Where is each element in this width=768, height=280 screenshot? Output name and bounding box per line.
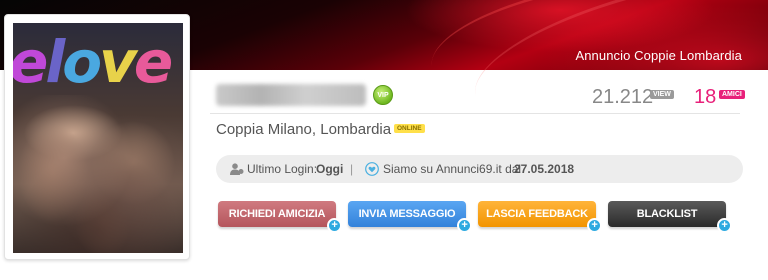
send-message-button[interactable]: INVIA MESSAGGIO + (348, 201, 472, 233)
profile-info-bar: Ultimo Login: Oggi | Siamo su Annunci69.… (216, 155, 743, 183)
last-login-value: Oggi (316, 162, 344, 176)
divider (210, 113, 740, 114)
user-icon (230, 163, 244, 175)
blacklist-button[interactable]: BLACKLIST + (608, 201, 732, 233)
blacklist-label: BLACKLIST (636, 208, 698, 220)
friends-count[interactable]: 18 (694, 86, 716, 109)
member-since-date: 27.05.2018 (514, 162, 575, 176)
plus-circle-icon: + (457, 218, 472, 233)
profile-location: Coppia Milano, Lombardia (216, 121, 392, 138)
plus-circle-icon: + (587, 218, 602, 233)
views-tag: VIEW (650, 90, 674, 99)
last-login-label: Ultimo Login: (247, 162, 318, 176)
separator: | (350, 162, 354, 176)
friends-tag[interactable]: AMICI (719, 90, 745, 99)
request-friendship-button[interactable]: RICHIEDI AMICIZIA + (218, 201, 342, 233)
banner-title: Annuncio Coppie Lombardia (575, 48, 742, 63)
profile-photo[interactable]: elove (13, 23, 183, 253)
plus-circle-icon: + (327, 218, 342, 233)
leave-feedback-button[interactable]: LASCIA FEEDBACK + (478, 201, 602, 233)
online-status-badge: ONLINE (394, 124, 425, 133)
blurred-photo-content (13, 95, 183, 253)
member-since-label: Siamo su Annunci69.it dal (383, 162, 522, 176)
leave-feedback-label: LASCIA FEEDBACK (486, 208, 588, 220)
photo-logo: elove (13, 28, 173, 96)
views-count: 21.212 (592, 86, 654, 108)
request-friendship-label: RICHIEDI AMICIZIA (228, 208, 326, 220)
plus-circle-icon: + (717, 218, 732, 233)
profile-photo-card[interactable]: elove (4, 14, 190, 260)
heart-shield-icon (365, 162, 379, 176)
send-message-label: INVIA MESSAGGIO (358, 208, 456, 220)
vip-badge-icon: VIP (373, 85, 393, 105)
username-blurred: onelove1998 (216, 84, 366, 106)
